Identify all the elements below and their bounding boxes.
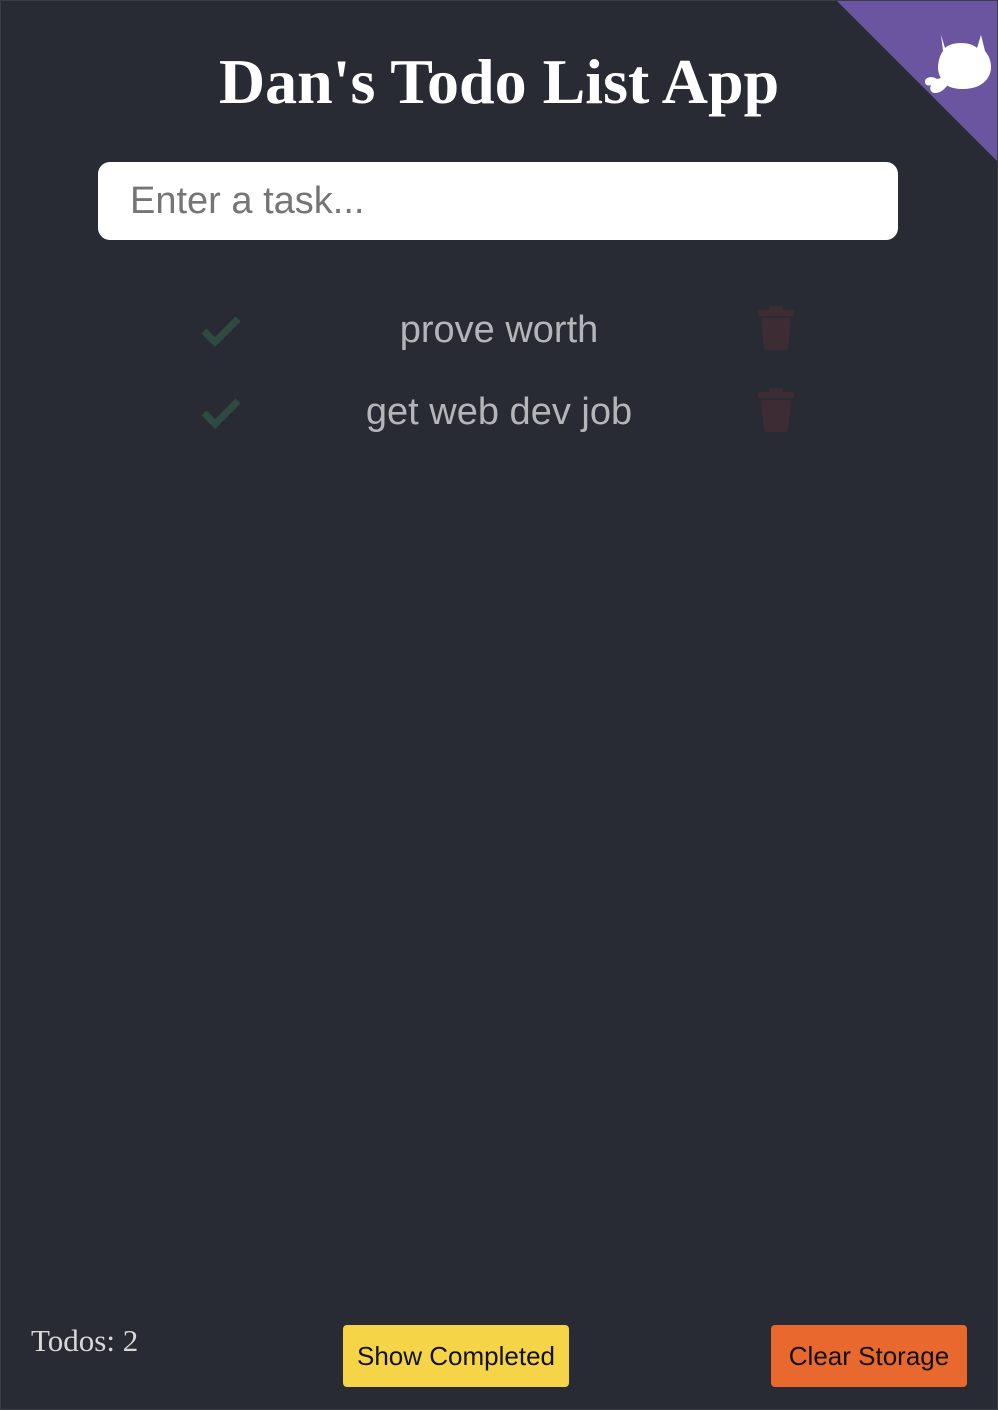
checkmark-icon <box>201 398 241 429</box>
trash-icon <box>758 306 794 350</box>
todo-count: Todos: 2 <box>31 1323 139 1358</box>
todo-list: prove worth get web dev job <box>1 289 997 453</box>
todo-item: get web dev job <box>1 371 997 453</box>
complete-button[interactable] <box>200 391 242 433</box>
delete-button[interactable] <box>756 305 796 351</box>
task-input[interactable] <box>98 162 898 240</box>
todo-text: prove worth <box>399 309 599 351</box>
trash-icon <box>758 388 794 432</box>
todo-text: get web dev job <box>365 391 633 433</box>
page-title: Dan's Todo List App <box>218 46 780 117</box>
delete-button[interactable] <box>756 387 796 433</box>
checkmark-icon <box>201 316 241 347</box>
complete-button[interactable] <box>200 309 242 351</box>
show-completed-button[interactable]: Show Completed <box>343 1325 569 1387</box>
todo-item: prove worth <box>1 289 997 371</box>
app-container: Dan's Todo List App prove worth <box>0 0 998 1410</box>
clear-storage-button[interactable]: Clear Storage <box>771 1325 967 1387</box>
